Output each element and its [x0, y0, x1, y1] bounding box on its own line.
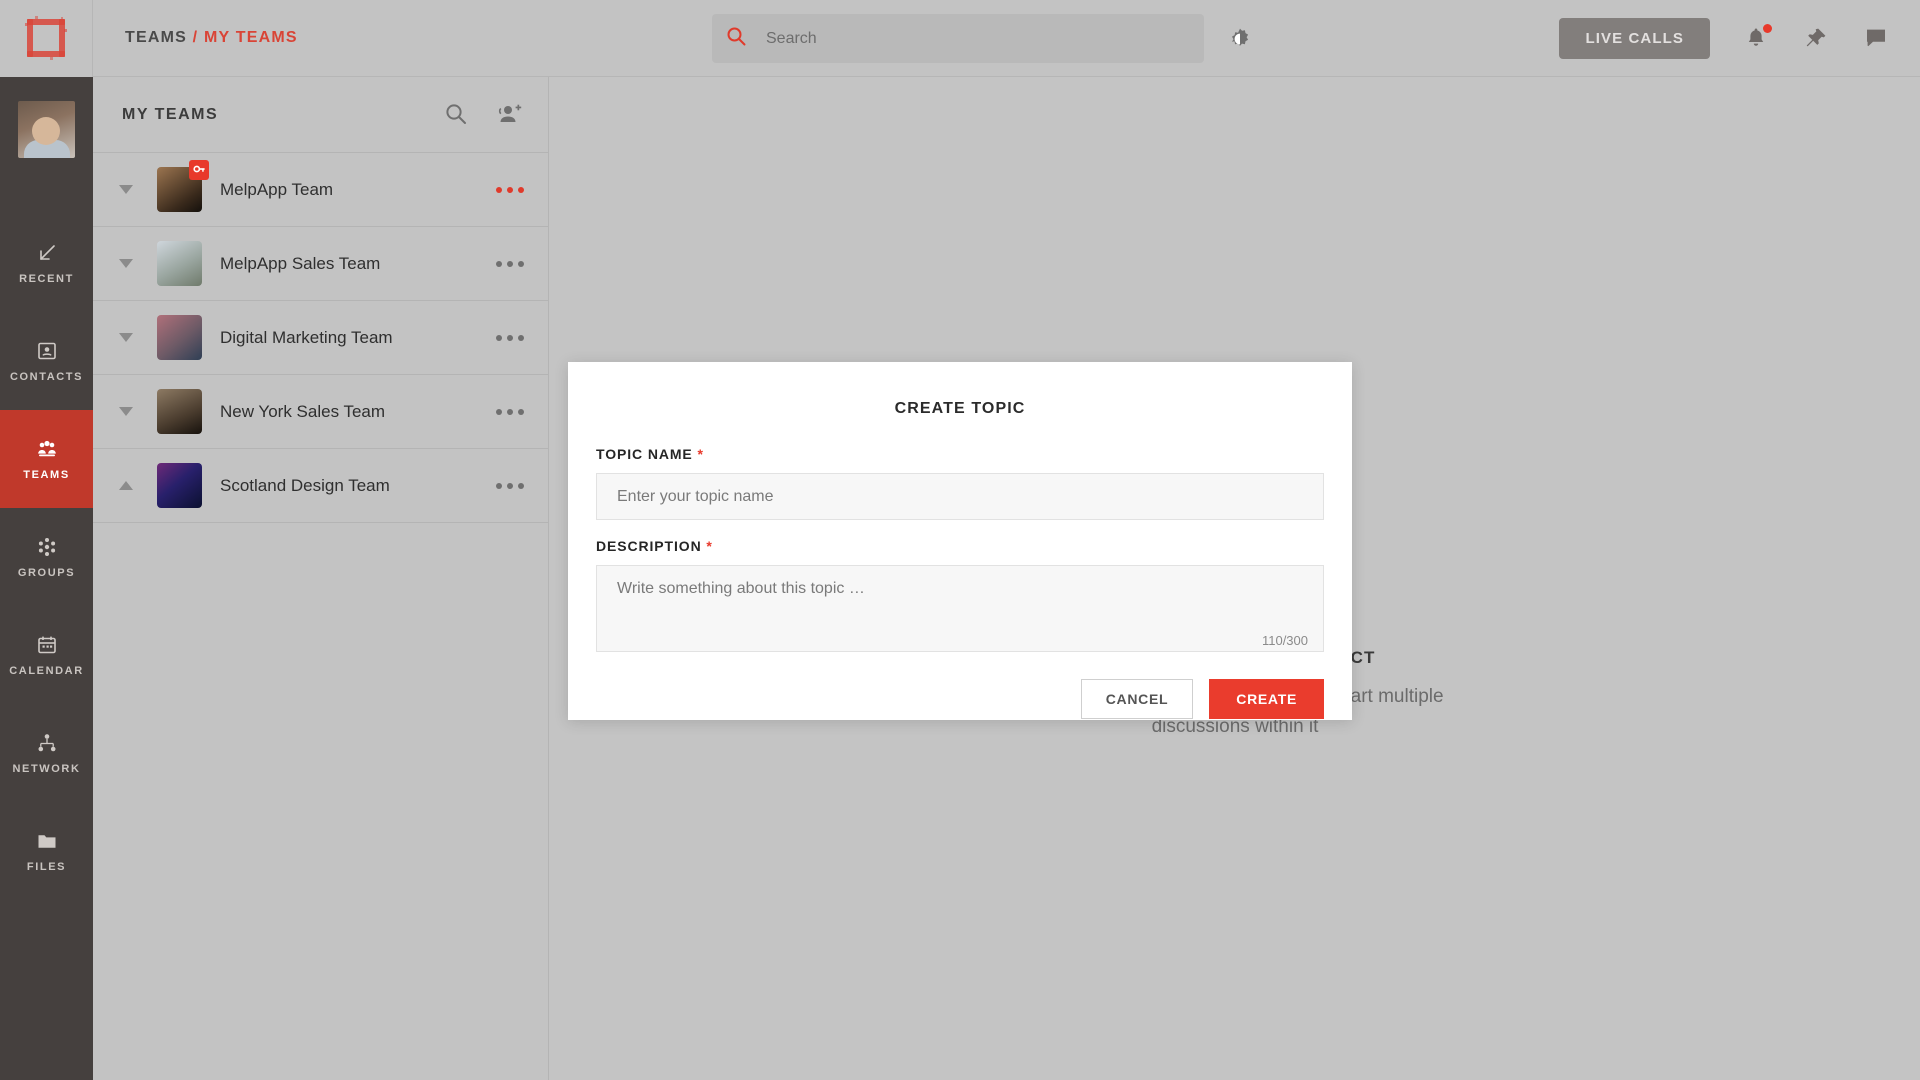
brightness-icon[interactable]: [1228, 27, 1252, 51]
topbar-actions: LIVE CALLS: [1559, 0, 1890, 77]
breadcrumb-root[interactable]: TEAMS: [125, 29, 187, 46]
user-avatar[interactable]: [18, 101, 75, 158]
team-menu-button[interactable]: [496, 408, 524, 415]
team-menu-button[interactable]: [496, 334, 524, 341]
sidebar-item-teams[interactable]: TEAMS: [0, 410, 93, 508]
modal-title: CREATE TOPIC: [894, 400, 1026, 417]
my-teams-panel: MY TEAMS MelpApp Team MelpApp Sales Team…: [93, 77, 549, 1080]
team-thumbnail: [157, 463, 202, 508]
create-button[interactable]: CREATE: [1209, 679, 1324, 719]
notification-bell-icon[interactable]: [1744, 23, 1772, 52]
sidebar-item-label: CONTACTS: [9, 370, 84, 383]
my-teams-header: MY TEAMS: [93, 77, 548, 153]
breadcrumb-separator: /: [192, 29, 199, 46]
team-row[interactable]: New York Sales Team: [93, 375, 548, 449]
required-asterisk: *: [697, 446, 704, 462]
topic-name-input[interactable]: [596, 473, 1324, 520]
search-input[interactable]: [766, 29, 1166, 48]
team-thumbnail: [157, 389, 202, 434]
calendar-icon: [36, 634, 58, 656]
sidebar-item-groups[interactable]: GROUPS: [0, 508, 93, 606]
search-icon: [726, 26, 746, 51]
team-name: Scotland Design Team: [220, 475, 390, 495]
team-thumbnail: [157, 160, 209, 212]
live-calls-button[interactable]: LIVE CALLS: [1559, 18, 1710, 59]
sidebar-item-label: TEAMS: [23, 468, 70, 481]
team-name: New York Sales Team: [220, 401, 386, 421]
team-row[interactable]: Digital Marketing Team: [93, 301, 548, 375]
team-thumbnail: [157, 241, 202, 286]
chevron-up-icon[interactable]: [113, 481, 139, 490]
notification-badge: [1763, 23, 1772, 33]
sidebar-item-label: FILES: [26, 860, 67, 873]
description-label: DESCRIPTION *: [596, 538, 1324, 554]
team-menu-button[interactable]: [496, 482, 524, 489]
chevron-down-icon[interactable]: [113, 259, 139, 268]
sidebar-item-label: CALENDAR: [9, 664, 84, 677]
app-root: TEAMS / MY TEAMS LIVE CALLS: [0, 0, 1920, 1080]
teams-list: MelpApp Team MelpApp Sales Team Digital …: [93, 153, 548, 523]
sidebar-item-network[interactable]: NETWORK: [0, 704, 93, 802]
create-topic-modal: CREATE TOPIC TOPIC NAME * DESCRIPTION * …: [568, 362, 1352, 720]
search-icon[interactable]: [444, 102, 470, 128]
melpapp-logo: [23, 15, 69, 61]
description-textarea[interactable]: [596, 565, 1324, 652]
groups-circle-icon: [36, 536, 58, 558]
folder-icon: [36, 830, 58, 852]
team-name: Digital Marketing Team: [220, 327, 393, 347]
panel-title: MY TEAMS: [122, 105, 219, 123]
sidebar-item-contacts[interactable]: CONTACTS: [0, 312, 93, 410]
network-nodes-icon: [36, 732, 58, 754]
team-thumbnail: [157, 315, 202, 360]
global-search[interactable]: [712, 14, 1204, 63]
add-person-icon[interactable]: [496, 102, 522, 128]
sidebar-item-label: RECENT: [19, 272, 74, 285]
chevron-down-icon[interactable]: [113, 185, 139, 194]
sidebar-item-label: NETWORK: [12, 762, 81, 775]
breadcrumb: TEAMS / MY TEAMS: [125, 29, 298, 47]
required-asterisk: *: [706, 538, 713, 554]
breadcrumb-current: MY TEAMS: [203, 29, 298, 46]
pin-icon[interactable]: [1804, 26, 1830, 52]
team-row[interactable]: MelpApp Team: [93, 153, 548, 227]
arrow-down-left-icon: [36, 242, 58, 264]
sidebar-item-files[interactable]: FILES: [0, 802, 93, 900]
chevron-down-icon[interactable]: [113, 333, 139, 342]
cancel-button[interactable]: CANCEL: [1080, 679, 1194, 719]
locked-key-icon: [189, 160, 209, 180]
team-menu-button[interactable]: [496, 186, 524, 193]
team-menu-button[interactable]: [496, 260, 524, 267]
topic-name-label-text: TOPIC NAME: [596, 446, 693, 462]
team-name: MelpApp Sales Team: [220, 253, 381, 273]
top-bar: TEAMS / MY TEAMS LIVE CALLS: [0, 0, 1920, 77]
sidebar-item-recent[interactable]: RECENT: [0, 214, 93, 312]
description-label-text: DESCRIPTION: [596, 538, 702, 554]
description-field-wrap: 110/300: [596, 565, 1324, 657]
team-name: MelpApp Team: [220, 179, 334, 199]
modal-actions: CANCEL CREATE: [596, 679, 1324, 719]
topic-name-label: TOPIC NAME *: [596, 446, 1324, 462]
team-row[interactable]: Scotland Design Team: [93, 449, 548, 523]
character-counter: 110/300: [1261, 633, 1308, 648]
sidebar-item-calendar[interactable]: CALENDAR: [0, 606, 93, 704]
contact-card-icon: [36, 340, 58, 362]
sidebar-rail: RECENT CONTACTS TEAMS GROUPS CALENDAR NE…: [0, 77, 93, 1080]
chat-bubble-icon[interactable]: [1864, 26, 1890, 52]
logo-cell[interactable]: [0, 0, 93, 77]
chevron-down-icon[interactable]: [113, 407, 139, 416]
teams-people-icon: [36, 438, 58, 460]
team-row[interactable]: MelpApp Sales Team: [93, 227, 548, 301]
sidebar-item-label: GROUPS: [17, 566, 76, 579]
